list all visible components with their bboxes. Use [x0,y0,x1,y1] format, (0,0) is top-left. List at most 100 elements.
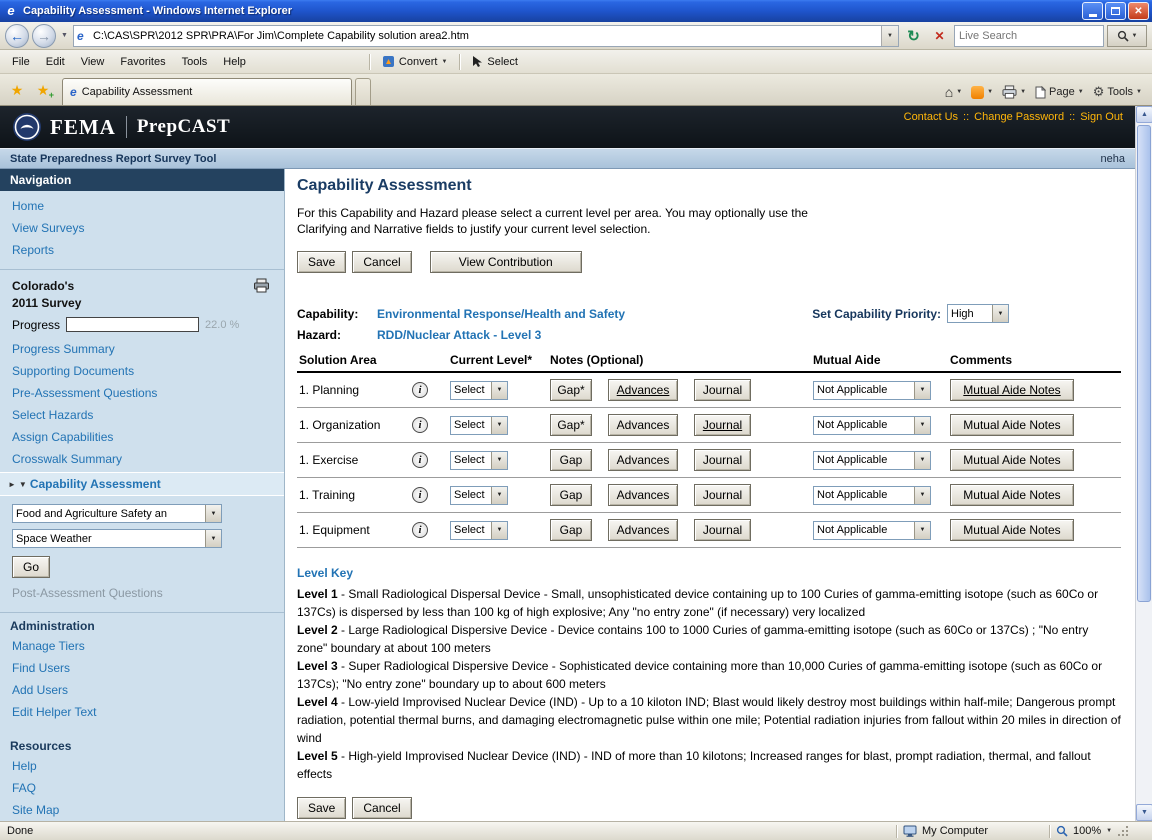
print-button[interactable]: ▼ [1002,85,1026,99]
refresh-button[interactable]: ↻ [902,25,925,47]
sidebar-item-manage-tiers[interactable]: Manage Tiers [0,635,284,657]
menu-edit[interactable]: Edit [38,53,73,71]
sidebar-item-find-users[interactable]: Find Users [0,657,284,679]
menu-favorites[interactable]: Favorites [112,53,173,71]
scroll-down-button[interactable]: ▼ [1136,804,1152,821]
home-button[interactable]: ⌂ ▼ [945,84,962,100]
sidebar-item-select-hazards[interactable]: Select Hazards [0,404,284,426]
tab-capability-assessment[interactable]: e Capability Assessment [62,78,352,105]
tools-menu-button[interactable]: ⚙ Tools ▼ [1093,84,1142,100]
dropdown-arrow-icon[interactable]: ▼ [491,382,507,399]
mutual-aide-notes-button[interactable]: Mutual Aide Notes [950,414,1074,436]
sidebar-item-edit-helper-text[interactable]: Edit Helper Text [0,701,284,723]
journal-button[interactable]: Journal [694,449,751,471]
sidebar-item-pre-assessment-questions[interactable]: Pre-Assessment Questions [0,382,284,404]
back-button[interactable]: ← [5,24,29,48]
menu-file[interactable]: File [4,53,38,71]
mutual-aide-notes-button[interactable]: Mutual Aide Notes [950,379,1074,401]
dropdown-arrow-icon[interactable]: ▼ [491,487,507,504]
search-box[interactable] [954,25,1104,47]
dropdown-arrow-icon[interactable]: ▼ [992,305,1008,322]
menu-view[interactable]: View [73,53,113,71]
save-button[interactable]: Save [297,251,346,273]
dropdown-arrow-icon[interactable]: ▼ [491,417,507,434]
info-icon[interactable]: i [412,452,428,468]
journal-button[interactable]: Journal [694,484,751,506]
search-button[interactable]: ▼ [1107,25,1147,47]
sidebar-item-faq[interactable]: FAQ [0,777,284,799]
sidebar-item-site-map[interactable]: Site Map [0,799,284,821]
address-input[interactable] [91,27,881,45]
feeds-button[interactable]: ▼ [971,86,993,99]
sidebar-item-add-users[interactable]: Add Users [0,679,284,701]
mutual-aide-notes-button[interactable]: Mutual Aide Notes [950,484,1074,506]
menu-help[interactable]: Help [215,53,254,71]
sidebar-item-assign-capabilities[interactable]: Assign Capabilities [0,426,284,448]
address-dropdown-button[interactable]: ▼ [881,26,898,46]
go-button[interactable]: Go [12,556,50,578]
add-favorite-button[interactable]: ★+ [31,78,55,102]
scroll-up-button[interactable]: ▲ [1136,106,1152,123]
current-level-select[interactable]: Select▼ [450,416,508,435]
cancel-button[interactable]: Cancel [352,251,411,273]
dropdown-arrow-icon[interactable]: ▼ [914,487,930,504]
sidebar-item-crosswalk-summary[interactable]: Crosswalk Summary [0,448,284,470]
save-button-bottom[interactable]: Save [297,797,346,819]
dropdown-arrow-icon[interactable]: ▼ [205,505,221,522]
mutual-aide-select[interactable]: Not Applicable▼ [813,486,931,505]
sidebar-item-capability-assessment[interactable]: ► ▼ Capability Assessment [0,472,284,496]
mutual-aide-select[interactable]: Not Applicable▼ [813,416,931,435]
gap-button[interactable]: Gap [550,484,592,506]
current-level-select[interactable]: Select▼ [450,521,508,540]
advances-button[interactable]: Advances [608,379,678,401]
dropdown-arrow-icon[interactable]: ▼ [491,522,507,539]
priority-select[interactable]: High ▼ [947,304,1009,323]
info-icon[interactable]: i [412,487,428,503]
forward-button[interactable]: → [32,24,56,48]
gap-button[interactable]: Gap* [550,379,592,401]
advances-button[interactable]: Advances [608,484,678,506]
dropdown-arrow-icon[interactable]: ▼ [491,452,507,469]
gap-button[interactable]: Gap [550,519,592,541]
print-survey-icon[interactable] [253,278,270,293]
search-input[interactable] [955,29,1103,43]
close-button[interactable]: ✕ [1128,2,1149,20]
vertical-scrollbar[interactable]: ▲ ▼ [1135,106,1152,821]
mutual-aide-select[interactable]: Not Applicable▼ [813,451,931,470]
sidebar-item-reports[interactable]: Reports [0,239,284,261]
contact-us-link[interactable]: Contact Us [904,111,958,123]
hazard-link[interactable]: RDD/Nuclear Attack - Level 3 [377,328,541,342]
scroll-track[interactable] [1136,123,1152,804]
sidebar-item-supporting-documents[interactable]: Supporting Documents [0,360,284,382]
current-level-select[interactable]: Select▼ [450,486,508,505]
dropdown-arrow-icon[interactable]: ▼ [914,452,930,469]
gap-button[interactable]: Gap [550,449,592,471]
cancel-button-bottom[interactable]: Cancel [352,797,411,819]
dropdown-arrow-icon[interactable]: ▼ [914,522,930,539]
sidebar-item-view-surveys[interactable]: View Surveys [0,217,284,239]
dropdown-arrow-icon[interactable]: ▼ [914,382,930,399]
sidebar-item-home[interactable]: Home [0,195,284,217]
dropdown-arrow-icon[interactable]: ▼ [914,417,930,434]
mutual-aide-select[interactable]: Not Applicable▼ [813,521,931,540]
advances-button[interactable]: Advances [608,519,678,541]
info-icon[interactable]: i [412,382,428,398]
gap-button[interactable]: Gap* [550,414,592,436]
capability-link[interactable]: Environmental Response/Health and Safety [377,307,625,321]
select-button[interactable]: Select [465,53,525,70]
menu-tools[interactable]: Tools [174,53,216,71]
journal-button[interactable]: Journal [694,519,751,541]
history-dropdown-button[interactable]: ▼ [59,32,70,39]
favorites-center-button[interactable]: ★ [5,78,29,102]
mutual-aide-select[interactable]: Not Applicable▼ [813,381,931,400]
zoom-control[interactable]: 100% ▼ [1056,825,1152,838]
sidebar-item-progress-summary[interactable]: Progress Summary [0,338,284,360]
address-field[interactable]: e ▼ [73,25,899,47]
info-icon[interactable]: i [412,522,428,538]
maximize-button[interactable] [1105,2,1126,20]
sidebar-item-help[interactable]: Help [0,755,284,777]
current-level-select[interactable]: Select▼ [450,451,508,470]
mutual-aide-notes-button[interactable]: Mutual Aide Notes [950,449,1074,471]
capability-select[interactable]: Food and Agriculture Safety an ▼ [12,504,222,523]
stop-button[interactable]: ✕ [928,25,951,47]
